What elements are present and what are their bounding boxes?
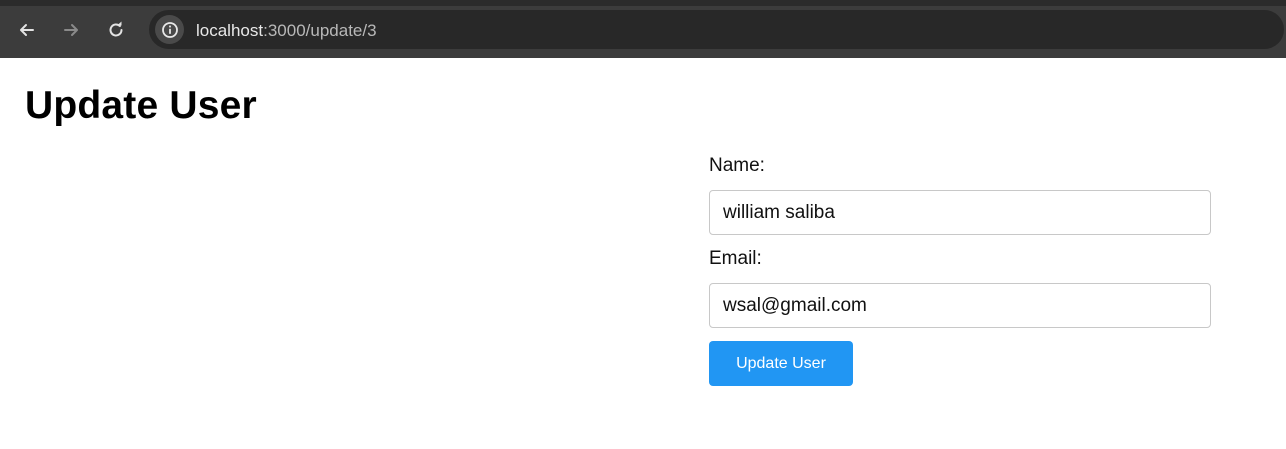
address-bar[interactable]: localhost:3000/update/3 bbox=[149, 10, 1284, 49]
arrow-right-icon bbox=[64, 24, 78, 36]
reload-icon bbox=[109, 21, 123, 37]
back-button[interactable] bbox=[12, 15, 42, 45]
url-host: localhost bbox=[196, 21, 264, 40]
url-path: :3000/update/3 bbox=[263, 21, 377, 40]
email-input[interactable] bbox=[709, 283, 1211, 328]
reload-button[interactable] bbox=[101, 15, 131, 45]
page-title: Update User bbox=[25, 84, 257, 127]
arrow-left-icon bbox=[20, 24, 34, 36]
site-info-button[interactable] bbox=[155, 15, 184, 44]
email-label: Email: bbox=[709, 248, 762, 269]
url-text[interactable]: localhost:3000/update/3 bbox=[196, 21, 377, 41]
forward-button[interactable] bbox=[56, 15, 86, 45]
update-user-button[interactable]: Update User bbox=[709, 341, 853, 386]
info-icon bbox=[161, 21, 178, 38]
browser-toolbar: localhost:3000/update/3 bbox=[0, 0, 1286, 58]
name-input[interactable] bbox=[709, 190, 1211, 235]
name-label: Name: bbox=[709, 155, 765, 176]
